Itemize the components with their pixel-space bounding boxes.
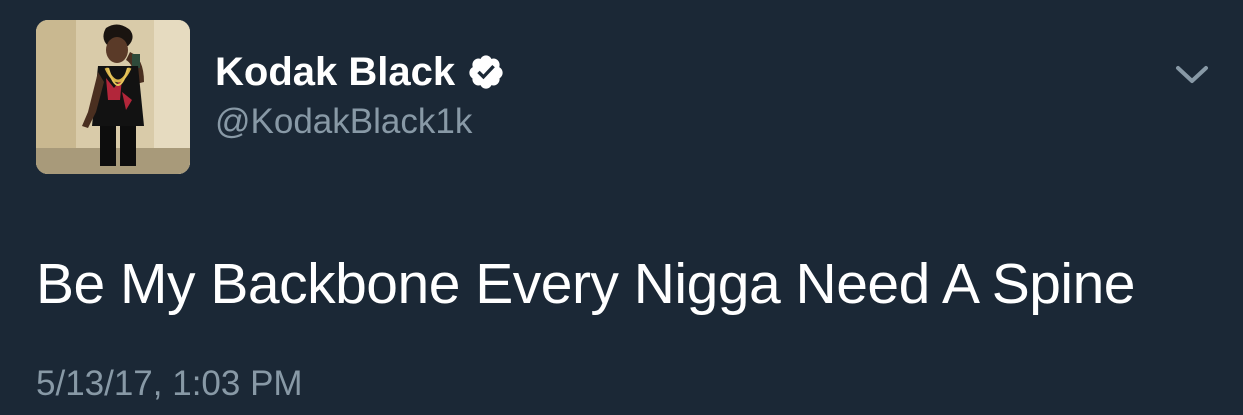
author-display-name[interactable]: Kodak Black	[215, 46, 455, 98]
tweet-card: Kodak Black @KodakBlack1k Be My Backbone…	[0, 0, 1243, 415]
tweet-text: Be My Backbone Every Nigga Need A Spine	[36, 252, 1136, 316]
author-name-row: Kodak Black	[215, 46, 505, 98]
author-handle[interactable]: @KodakBlack1k	[215, 100, 472, 144]
chevron-down-icon[interactable]	[1172, 58, 1212, 90]
verified-badge-icon	[467, 53, 505, 91]
avatar[interactable]	[36, 20, 190, 174]
tweet-timestamp[interactable]: 5/13/17, 1:03 PM	[36, 362, 303, 406]
